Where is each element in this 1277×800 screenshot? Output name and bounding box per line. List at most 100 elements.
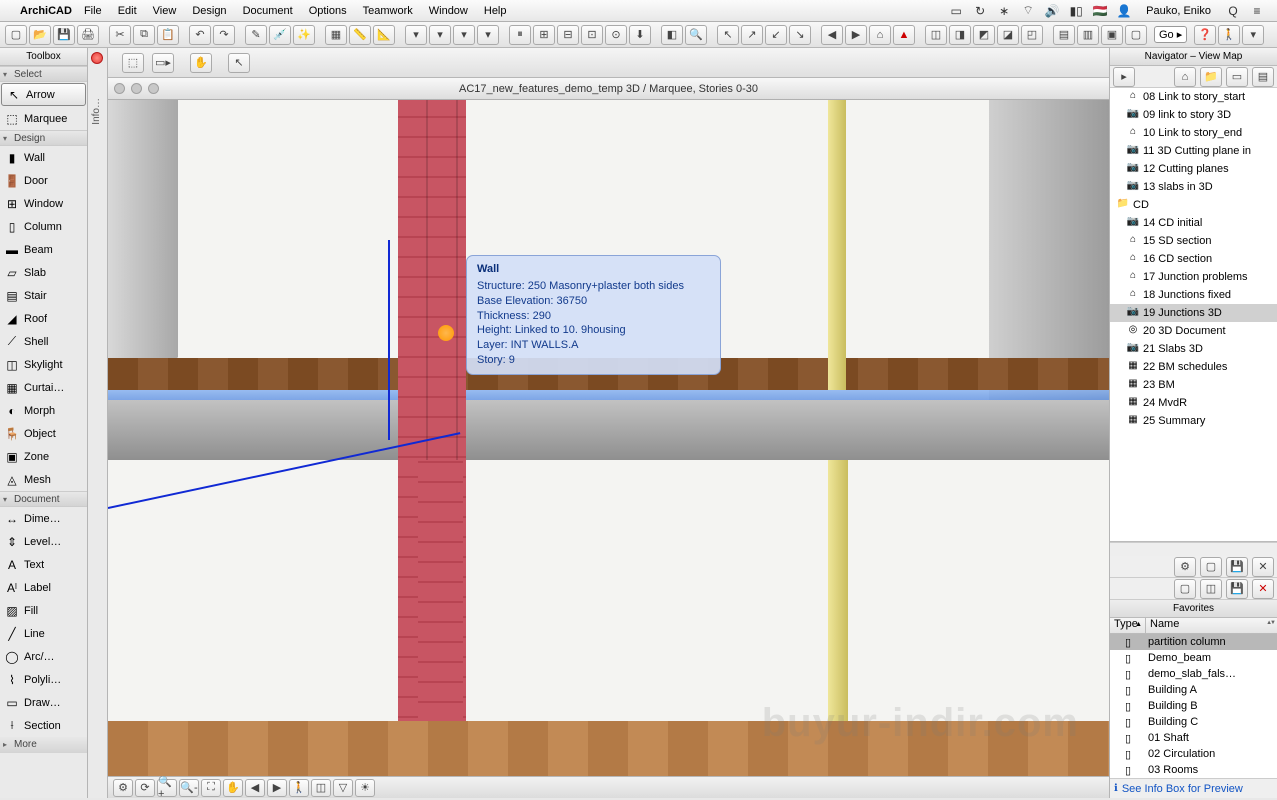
navigator-item[interactable]: ⌂18 Junctions fixed (1110, 286, 1277, 304)
copy-button[interactable]: ⧉ (133, 25, 155, 45)
spotlight-icon[interactable]: Q (1224, 3, 1242, 19)
volume-icon[interactable]: 🔊 (1043, 3, 1061, 19)
navigator-item[interactable]: 📷12 Cutting planes (1110, 160, 1277, 178)
bluetooth-icon[interactable]: ∗ (995, 3, 1013, 19)
tool-column[interactable]: ▯Column (0, 215, 87, 238)
tool-roof[interactable]: ◢Roof (0, 307, 87, 330)
tool-morph[interactable]: ◐Morph (0, 399, 87, 422)
favorites-row[interactable]: ▯Building A (1110, 682, 1277, 698)
navigator-item[interactable]: 📷19 Junctions 3D (1110, 304, 1277, 322)
favorites-list[interactable]: ▯partition column▯Demo_beam▯demo_slab_fa… (1110, 634, 1277, 778)
menu-edit[interactable]: Edit (118, 5, 137, 17)
toolbox-section-document[interactable]: Document (0, 491, 87, 507)
favorites-row[interactable]: ▯Building C (1110, 714, 1277, 730)
traffic-zoom-icon[interactable] (148, 83, 159, 94)
tool-zone[interactable]: ▣Zone (0, 445, 87, 468)
tool-object[interactable]: 🪑Object (0, 422, 87, 445)
tool-line[interactable]: ╱Line (0, 622, 87, 645)
tool-section[interactable]: ⟊Section (0, 714, 87, 737)
wand-button[interactable]: ✨ (293, 25, 315, 45)
edit-sel-button[interactable]: ◧ (661, 25, 683, 45)
nav-popup-button[interactable]: ▸ (1113, 67, 1135, 87)
navigator-item[interactable]: ▦25 Summary (1110, 412, 1277, 430)
tool-door[interactable]: 🚪Door (0, 169, 87, 192)
qb-pan-button[interactable]: ✋ (223, 779, 243, 797)
organizer-button[interactable]: ▤ (1053, 25, 1075, 45)
help-icon[interactable]: ❓ (1194, 25, 1216, 45)
scale-combo[interactable]: ▾ (429, 25, 451, 45)
arrow2-button[interactable]: ↖ (717, 25, 739, 45)
qb-next-button[interactable]: ▶ (267, 779, 287, 797)
tool-arc[interactable]: ◯Arc/… (0, 645, 87, 668)
paste-button[interactable]: 📋 (157, 25, 179, 45)
3d-canvas[interactable]: Wall Structure: 250 Masonry+plaster both… (108, 100, 1109, 776)
measure-button[interactable]: 📐 (373, 25, 395, 45)
layer-combo[interactable]: ▾ (405, 25, 427, 45)
app-name[interactable]: ArchiCAD (20, 5, 72, 17)
navigator-item[interactable]: ⌂17 Junction problems (1110, 268, 1277, 286)
fav-redefine-button[interactable]: ◫ (1200, 579, 1222, 599)
qb-orbit-button[interactable]: ⟳ (135, 779, 155, 797)
arrowdown-icon[interactable]: ▾ (1242, 25, 1264, 45)
user-icon[interactable]: 👤 (1115, 3, 1133, 19)
nav-new-button[interactable]: ▢ (1200, 557, 1222, 577)
nav-fwd-button[interactable]: ▶ (845, 25, 867, 45)
battery-icon[interactable]: ▮▯ (1067, 3, 1085, 19)
tool-skylight[interactable]: ◫Skylight (0, 353, 87, 376)
pick-button[interactable]: ✎ (245, 25, 267, 45)
menu-help[interactable]: Help (484, 5, 507, 17)
menu-teamwork[interactable]: Teamwork (363, 5, 413, 17)
navigator-item[interactable]: 📁CD (1110, 196, 1277, 214)
nav-back-button[interactable]: ◀ (821, 25, 843, 45)
navigator-item[interactable]: ⌂10 Link to story_end (1110, 124, 1277, 142)
tool-label[interactable]: AˡLabel (0, 576, 87, 599)
tool-arrow[interactable]: ↖Arrow (1, 83, 86, 106)
walk-icon[interactable]: 🚶 (1218, 25, 1240, 45)
snap-button[interactable]: ⊙ (605, 25, 627, 45)
favorites-row[interactable]: ▯Building B (1110, 698, 1277, 714)
elevation-button[interactable]: ◨ (949, 25, 971, 45)
airplay-icon[interactable]: ▭ (947, 3, 965, 19)
plot-button[interactable]: 🖨 (77, 25, 99, 45)
favorites-row[interactable]: ▯03 Rooms (1110, 762, 1277, 778)
tool-mesh[interactable]: ◬Mesh (0, 468, 87, 491)
nav-layout-button[interactable]: ▭ (1226, 67, 1248, 87)
tool-fill[interactable]: ▨Fill (0, 599, 87, 622)
navigator-item[interactable]: 📷11 3D Cutting plane in (1110, 142, 1277, 160)
section-button[interactable]: ◫ (925, 25, 947, 45)
wifi-icon[interactable]: ⌔ (1019, 3, 1037, 19)
vp-marquee-button[interactable]: ⬚ (122, 53, 144, 73)
drawing-button[interactable]: ▢ (1125, 25, 1147, 45)
align-button[interactable]: ⊞ (533, 25, 555, 45)
new-button[interactable]: ▢ (5, 25, 27, 45)
qb-walk-button[interactable]: 🚶 (289, 779, 309, 797)
menu-design[interactable]: Design (192, 5, 226, 17)
flag-icon[interactable]: 🇭🇺 (1091, 3, 1109, 19)
vp-marquee2-button[interactable]: ▭▸ (152, 53, 174, 73)
qb-prev-button[interactable]: ◀ (245, 779, 265, 797)
ruler-button[interactable]: 📏 (349, 25, 371, 45)
navigator-tree[interactable]: ⌂08 Link to story_start📷09 link to story… (1110, 88, 1277, 542)
close-icon[interactable] (91, 52, 103, 64)
menubar-user[interactable]: Pauko, Eniko (1146, 5, 1211, 17)
navigator-item[interactable]: ▦24 MvdR (1110, 394, 1277, 412)
navigator-item[interactable]: 📷21 Slabs 3D (1110, 340, 1277, 358)
nav-settings-button[interactable]: ⚙ (1174, 557, 1196, 577)
tool-slab[interactable]: ▱Slab (0, 261, 87, 284)
tool-polyline[interactable]: ⌇Polyli… (0, 668, 87, 691)
tool-drawing[interactable]: ▭Draw… (0, 691, 87, 714)
trace-button[interactable]: ▦ (325, 25, 347, 45)
pen-combo[interactable]: ▾ (477, 25, 499, 45)
favorites-row[interactable]: ▯Demo_beam (1110, 650, 1277, 666)
suspend-button[interactable]: ⏸ (509, 25, 531, 45)
favorites-col-type[interactable]: Type (1110, 618, 1146, 633)
menu-file[interactable]: File (84, 5, 102, 17)
nav-project-button[interactable]: ⌂ (1174, 67, 1196, 87)
layout-button[interactable]: ◰ (1021, 25, 1043, 45)
fav-delete-button[interactable]: ✕ (1252, 579, 1274, 599)
cut-button[interactable]: ✂ (109, 25, 131, 45)
navigator-item[interactable]: 📷13 slabs in 3D (1110, 178, 1277, 196)
navigator-item[interactable]: 📷09 link to story 3D (1110, 106, 1277, 124)
grid-button[interactable]: ⊡ (581, 25, 603, 45)
favorites-col-name[interactable]: Name (1146, 618, 1277, 633)
